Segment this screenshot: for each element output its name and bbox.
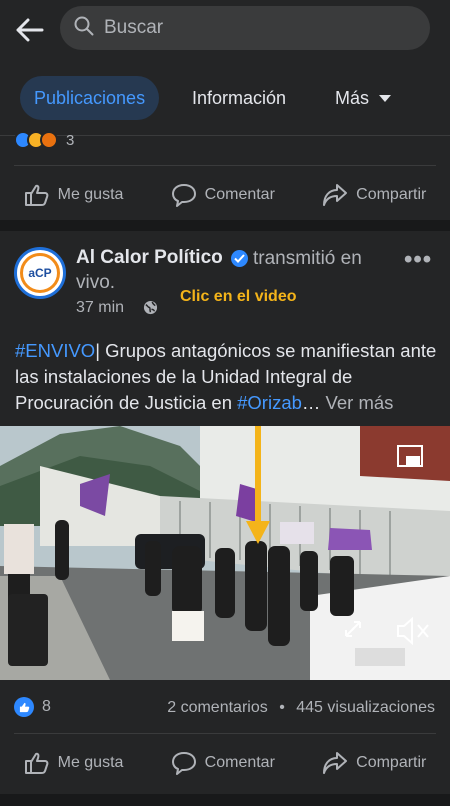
thumbs-up-icon [24, 752, 48, 774]
video-annotation: Clic en el video [180, 288, 297, 305]
annotation-arrow-icon [246, 426, 270, 544]
stats-separator: • [279, 699, 285, 716]
like-label: Me gusta [57, 186, 124, 203]
caret-down-icon [379, 94, 392, 102]
post1-comment-button[interactable]: Comentar [171, 183, 275, 207]
comment-icon [171, 752, 196, 775]
search-icon [74, 16, 94, 41]
post2-actions: Me gusta Comentar Compartir [0, 734, 450, 792]
page-name[interactable]: Al Calor Político [76, 247, 223, 269]
wow-reaction-icon [40, 131, 58, 149]
live-status-text: transmitió en [253, 248, 362, 269]
more-options-icon[interactable]: ••• [404, 246, 432, 274]
live-video-player[interactable] [0, 426, 450, 680]
page-logo: aCP [20, 253, 60, 293]
post1-share-button[interactable]: Compartir [322, 183, 426, 207]
globe-icon [143, 300, 158, 320]
search-input[interactable] [104, 17, 384, 39]
post1-reactions[interactable]: 3 [14, 130, 74, 150]
top-bar [0, 0, 450, 60]
share-label: Compartir [356, 754, 427, 771]
thumbs-up-icon [24, 184, 48, 206]
view-count: 445 visualizaciones [296, 699, 435, 716]
share-icon [323, 752, 348, 774]
post2-share-button[interactable]: Compartir [322, 751, 426, 775]
post2-reactions[interactable]: 8 [14, 697, 51, 717]
like-reaction-icon [14, 697, 34, 717]
see-more-link[interactable]: Ver más [326, 392, 394, 413]
post2-comment-button[interactable]: Comentar [171, 751, 275, 775]
page-avatar[interactable]: aCP [14, 247, 66, 299]
post1-actions: Me gusta Comentar Compartir [0, 166, 450, 224]
post-separator [0, 794, 450, 806]
post1-reaction-count: 3 [66, 131, 75, 149]
comment-icon [171, 184, 196, 207]
back-arrow-icon[interactable] [14, 14, 46, 46]
tab-mas[interactable]: Más [335, 76, 392, 120]
live-status-text-2: vivo. [76, 272, 116, 293]
post-text: #ENVIVO| Grupos antagónicos se manifiest… [15, 338, 440, 416]
post2-like-button[interactable]: Me gusta [24, 751, 124, 775]
tab-bar: Publicaciones Información Más [0, 60, 450, 136]
verified-badge-icon [231, 250, 248, 267]
tab-publicaciones[interactable]: Publicaciones [20, 76, 160, 120]
comment-count[interactable]: 2 comentarios [167, 699, 268, 716]
share-label: Compartir [356, 186, 427, 203]
post-separator [0, 220, 450, 231]
search-bar[interactable] [60, 6, 430, 50]
comment-label: Comentar [204, 186, 275, 203]
share-icon [323, 184, 348, 206]
tab-informacion[interactable]: Información [192, 76, 286, 120]
tab-mas-label: Más [335, 87, 370, 108]
comment-label: Comentar [204, 754, 275, 771]
hashtag-envivo[interactable]: #ENVIVO [15, 340, 95, 361]
post2-reaction-count: 8 [42, 698, 51, 715]
post-time[interactable]: 37 min [76, 299, 124, 317]
avatar-logo-text: aCP [28, 266, 52, 280]
post1-like-button[interactable]: Me gusta [24, 183, 124, 207]
hashtag-orizaba[interactable]: #Orizab [237, 392, 302, 413]
post2-stats: 2 comentarios • 445 visualizaciones [167, 699, 435, 717]
like-label: Me gusta [57, 754, 124, 771]
text-ellipsis: … [301, 392, 326, 413]
